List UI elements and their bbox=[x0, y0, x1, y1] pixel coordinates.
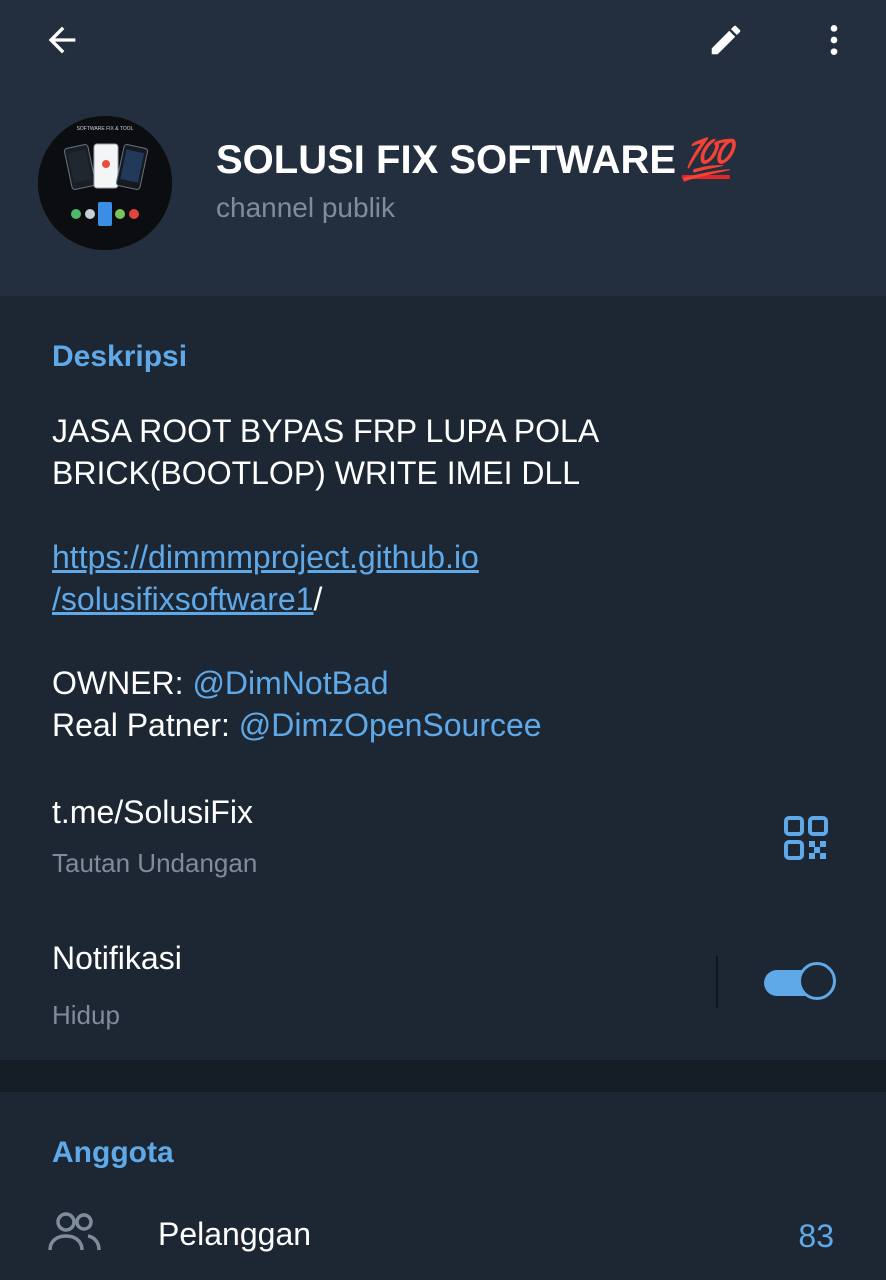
qr-code-icon bbox=[784, 816, 828, 860]
invite-link[interactable]: t.me/SolusiFix bbox=[52, 794, 253, 831]
owner-mention-link[interactable]: @DimNotBad bbox=[192, 665, 388, 701]
channel-title: SOLUSI FIX SOFTWARE 💯 bbox=[216, 136, 732, 184]
description-line: JASA ROOT BYPAS FRP LUPA POLA bbox=[52, 413, 600, 449]
edit-button[interactable] bbox=[700, 14, 752, 66]
owner-label: OWNER: bbox=[52, 665, 193, 701]
people-icon bbox=[48, 1212, 101, 1251]
subscribers-row[interactable]: Pelanggan bbox=[158, 1216, 311, 1253]
arrow-left-icon bbox=[48, 26, 76, 54]
pencil-icon bbox=[711, 25, 741, 55]
channel-name: SOLUSI FIX SOFTWARE bbox=[216, 138, 677, 182]
avatar-caption: SOFTWARE FIX & TOOL bbox=[77, 126, 134, 132]
channel-type: channel publik bbox=[216, 192, 396, 223]
partner-mention-link[interactable]: @DimzOpenSourcee bbox=[239, 707, 542, 743]
toggle-knob bbox=[798, 962, 836, 1000]
description-heading: Deskripsi bbox=[52, 340, 188, 373]
channel-header: SOFTWARE FIX & TOOL SOLUSI FIX SOFTWARE 💯… bbox=[0, 0, 886, 296]
description-line: BRICK(BOOTLOP) WRITE IMEI DLL bbox=[52, 455, 581, 491]
notifications-label: Notifikasi bbox=[52, 940, 182, 976]
notifications-status: Hidup bbox=[52, 1000, 120, 1030]
website-link[interactable]: https://dimmmproject.github.io bbox=[52, 539, 479, 575]
description-text: JASA ROOT BYPAS FRP LUPA POLA BRICK(BOOT… bbox=[52, 410, 812, 746]
invite-link-label: Tautan Undangan bbox=[52, 848, 258, 878]
channel-title-block: SOLUSI FIX SOFTWARE 💯 channel publik bbox=[216, 136, 732, 224]
members-section: Anggota Pelanggan 83 bbox=[0, 1092, 886, 1280]
partner-label: Real Patner: bbox=[52, 707, 239, 743]
hundred-points-icon: 💯 bbox=[682, 138, 732, 182]
members-heading: Anggota bbox=[52, 1136, 174, 1169]
channel-avatar[interactable]: SOFTWARE FIX & TOOL bbox=[38, 116, 172, 250]
back-button[interactable] bbox=[36, 14, 88, 66]
more-vertical-icon bbox=[830, 25, 838, 55]
avatar-image: SOFTWARE FIX & TOOL bbox=[38, 116, 172, 250]
subscribers-count: 83 bbox=[798, 1218, 834, 1254]
section-separator bbox=[0, 1060, 886, 1092]
qr-code-button[interactable] bbox=[784, 816, 828, 860]
divider bbox=[716, 956, 718, 1008]
link-suffix: / bbox=[313, 581, 323, 617]
website-link-continued[interactable]: /solusifixsoftware1 bbox=[52, 581, 313, 617]
notifications-toggle[interactable] bbox=[764, 962, 838, 1004]
more-options-button[interactable] bbox=[808, 14, 860, 66]
